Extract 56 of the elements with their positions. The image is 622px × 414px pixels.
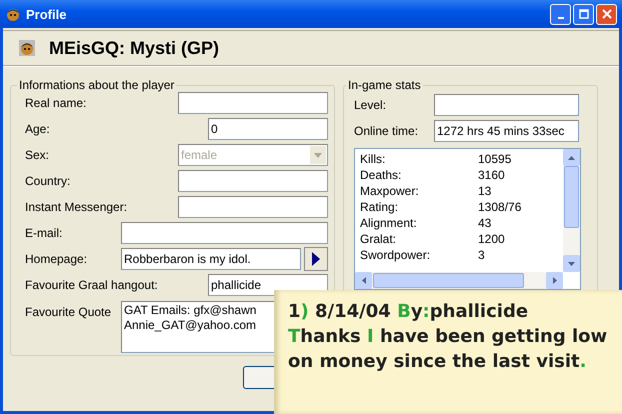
field-label: Country: [25, 173, 70, 190]
field-label: Favourite Graal hangout: [25, 277, 158, 294]
vertical-scrollbar[interactable] [563, 149, 580, 272]
group-title: Informations about the player [18, 78, 176, 92]
stat-name: Rating: [360, 199, 400, 215]
stat-name: Deaths: [360, 167, 402, 183]
field-label: Instant Messenger: [25, 199, 128, 216]
stat-name: Alignment: [360, 215, 418, 231]
stat-value: 10595 [478, 151, 512, 167]
minimize-icon [558, 17, 564, 19]
maximize-button[interactable] [573, 4, 594, 24]
note-text: on money since the last visit. [288, 350, 588, 374]
text-field[interactable] [178, 196, 328, 218]
down-arrow-icon [568, 262, 575, 266]
horizontal-scrollbar[interactable] [355, 272, 563, 289]
right-arrow-icon [552, 277, 556, 284]
stat-name: Gralat: [360, 231, 398, 247]
stat-value: 3160 [478, 167, 505, 183]
up-arrow-icon [568, 156, 575, 160]
text-field[interactable] [121, 222, 328, 244]
left-arrow-icon [362, 277, 366, 284]
text-field[interactable]: 0 [208, 118, 328, 140]
field-label: Sex: [25, 147, 50, 164]
stat-name: Swordpower: [360, 247, 432, 263]
close-button[interactable] [596, 4, 617, 24]
stat-name: Maxpower: [360, 183, 420, 199]
stat-value: 1308/76 [478, 199, 522, 215]
field-label: Favourite Quote [25, 304, 112, 321]
stat-name: Kills: [360, 151, 386, 167]
text-field[interactable]: Robberbaron is my idol. [121, 248, 301, 270]
play-icon [312, 252, 320, 266]
window-title: Profile [26, 6, 68, 22]
stat-value: 1200 [478, 231, 505, 247]
minimize-button[interactable] [550, 4, 571, 24]
open-button[interactable] [304, 247, 328, 271]
monkey-icon [5, 6, 21, 22]
group-title: In-game stats [347, 78, 422, 92]
field-label: Real name: [25, 95, 86, 112]
profile-title: MEisGQ: Mysti (GP) [49, 38, 220, 58]
dialog-button[interactable] [243, 366, 275, 389]
field-label: E-mail: [25, 225, 62, 242]
maximize-icon [578, 9, 588, 19]
field-label: Online time: [354, 123, 420, 140]
stat-value: 43 [478, 215, 492, 231]
text-field[interactable] [434, 94, 579, 116]
stat-value: 3 [478, 247, 485, 263]
field-label: Level: [354, 97, 388, 114]
field-label: Homepage: [25, 251, 88, 268]
text-field[interactable] [178, 170, 328, 192]
field-label: Age: [25, 121, 50, 138]
caret-icon [314, 152, 322, 158]
text-field[interactable] [178, 92, 328, 114]
monkey-icon [19, 40, 35, 56]
close-icon [602, 9, 612, 19]
stat-value: 13 [478, 183, 492, 199]
text-field[interactable]: 1272 hrs 45 mins 33sec [434, 120, 579, 142]
